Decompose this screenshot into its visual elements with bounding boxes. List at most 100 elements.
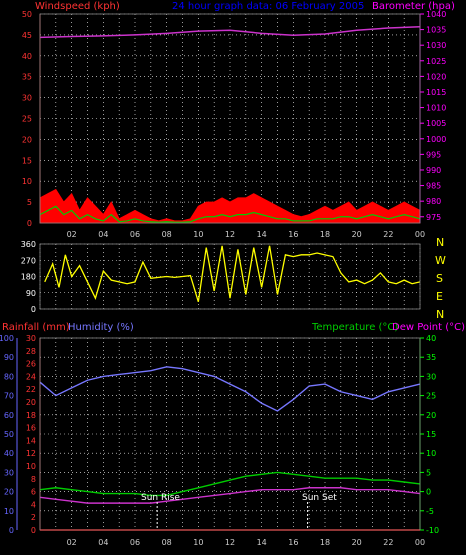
wind-left-tick: 10: [22, 177, 32, 186]
barometer-line: [39, 26, 421, 39]
rain-tick: 20: [26, 398, 36, 407]
wind-left-tick: 40: [22, 52, 32, 61]
baro-right-tick: 980: [426, 197, 441, 206]
temp-right-tick: 35: [426, 353, 436, 362]
temp-right-tick: 15: [426, 430, 436, 439]
dir-left-tick: 270: [21, 256, 36, 265]
humidity-line: [39, 366, 421, 412]
wind-hour-label: 16: [288, 230, 298, 239]
rain-tick: 16: [26, 424, 36, 433]
baro-right-tick: 1030: [426, 41, 446, 50]
baro-right-tick: 1035: [426, 26, 446, 35]
wind-hour-label: 02: [67, 230, 77, 239]
baro-right-tick: 1025: [426, 57, 446, 66]
temperature-label: Temperature (°C): [311, 322, 398, 333]
humidity-tick: 10: [4, 507, 14, 516]
temp-right-tick: 5: [426, 468, 431, 477]
weather-graph: Windspeed (kph) 24 hour graph data: 06 F…: [0, 1, 465, 547]
baro-right-tick: 1000: [426, 135, 446, 144]
temp-hour-label: 04: [98, 538, 108, 547]
wind-left-tick: 35: [22, 73, 32, 82]
rain-tick: 12: [26, 449, 36, 458]
rain-tick: 24: [26, 372, 36, 381]
wind-left-tick: 30: [22, 94, 32, 103]
temp-hour-label: 08: [162, 538, 172, 547]
humidity-label: Humidity (%): [68, 322, 134, 333]
rain-tick: 28: [26, 347, 36, 356]
rain-tick: 8: [31, 475, 36, 484]
temp-hour-label: 10: [193, 538, 203, 547]
temp-right-tick: -5: [426, 507, 434, 516]
humidity-tick: 30: [4, 468, 14, 477]
wind-hour-label: 14: [257, 230, 267, 239]
baro-right-tick: 1010: [426, 104, 446, 113]
rain-tick: 10: [26, 462, 36, 471]
temp-hour-label: 00: [415, 538, 425, 547]
temp-hour-label: 12: [225, 538, 235, 547]
compass-e: E: [436, 290, 443, 303]
wind-left-tick: 0: [27, 219, 32, 228]
baro-right-tick: 1020: [426, 72, 446, 81]
humidity-tick: 80: [4, 372, 14, 381]
rain-tick: 26: [26, 360, 36, 369]
wind-left-tick: 25: [22, 115, 32, 124]
wind-hour-label: 22: [383, 230, 393, 239]
baro-right-tick: 995: [426, 150, 441, 159]
temperature-line: [39, 471, 421, 497]
baro-right-tick: 985: [426, 182, 441, 191]
humidity-tick: 0: [9, 526, 14, 535]
dewpoint-label: Dew Point (°C): [392, 322, 465, 333]
temp-hour-label: 22: [383, 538, 393, 547]
sunrise-label: Sun Rise: [141, 493, 180, 503]
direction-line: [44, 245, 421, 302]
windspeed-title: Windspeed (kph): [35, 1, 120, 12]
compass-s: S: [436, 272, 443, 285]
rain-tick: 6: [31, 488, 36, 497]
temp-hour-label: 18: [320, 538, 330, 547]
humidity-tick: 50: [4, 430, 14, 439]
temp-right-tick: 25: [426, 392, 436, 401]
wind-hour-label: 20: [352, 230, 362, 239]
humidity-tick: 60: [4, 411, 14, 420]
wind-hour-label: 12: [225, 230, 235, 239]
dir-left-tick: 360: [21, 240, 36, 249]
rainfall-label: Rainfall (mm): [2, 322, 70, 333]
rain-tick: 22: [26, 385, 36, 394]
temp-hour-label: 02: [67, 538, 77, 547]
temperature-panel: 0102030405060708090100024681012141618202…: [0, 334, 439, 547]
humidity-tick: 100: [0, 334, 14, 343]
rain-tick: 14: [26, 436, 36, 445]
direction-panel: 0 90 180 270 360: [21, 240, 421, 314]
humidity-tick: 70: [4, 392, 14, 401]
temp-right-tick: 30: [426, 372, 436, 381]
baro-right-tick: 990: [426, 166, 441, 175]
dir-left-tick: 90: [26, 289, 36, 298]
compass-w: W: [435, 254, 446, 267]
baro-right-tick: 1040: [426, 10, 446, 19]
rain-tick: 30: [26, 334, 36, 343]
wind-hour-label: 06: [130, 230, 140, 239]
wind-hour-label: 04: [98, 230, 108, 239]
temp-hour-label: 14: [257, 538, 267, 547]
temp-right-tick: 10: [426, 449, 436, 458]
rain-tick: 4: [31, 500, 36, 509]
temp-right-tick: 40: [426, 334, 436, 343]
wind-hour-label: 18: [320, 230, 330, 239]
baro-right-tick: 1015: [426, 88, 446, 97]
temp-right-tick: -10: [426, 526, 439, 535]
sunset-label: Sun Set: [302, 493, 337, 503]
compass-n-bottom: N: [436, 308, 444, 321]
humidity-tick: 20: [4, 488, 14, 497]
wind-left-tick: 15: [22, 156, 32, 165]
compass-n-top: N: [436, 236, 444, 249]
wind-hour-label: 10: [193, 230, 203, 239]
dir-left-tick: 0: [31, 305, 36, 314]
rain-tick: 0: [31, 526, 36, 535]
humidity-tick: 90: [4, 353, 14, 362]
baro-right-tick: 975: [426, 213, 441, 222]
dir-left-tick: 180: [21, 273, 36, 282]
temp-right-tick: 0: [426, 488, 431, 497]
rain-tick: 18: [26, 411, 36, 420]
wind-left-tick: 20: [22, 135, 32, 144]
temp-hour-label: 16: [288, 538, 298, 547]
